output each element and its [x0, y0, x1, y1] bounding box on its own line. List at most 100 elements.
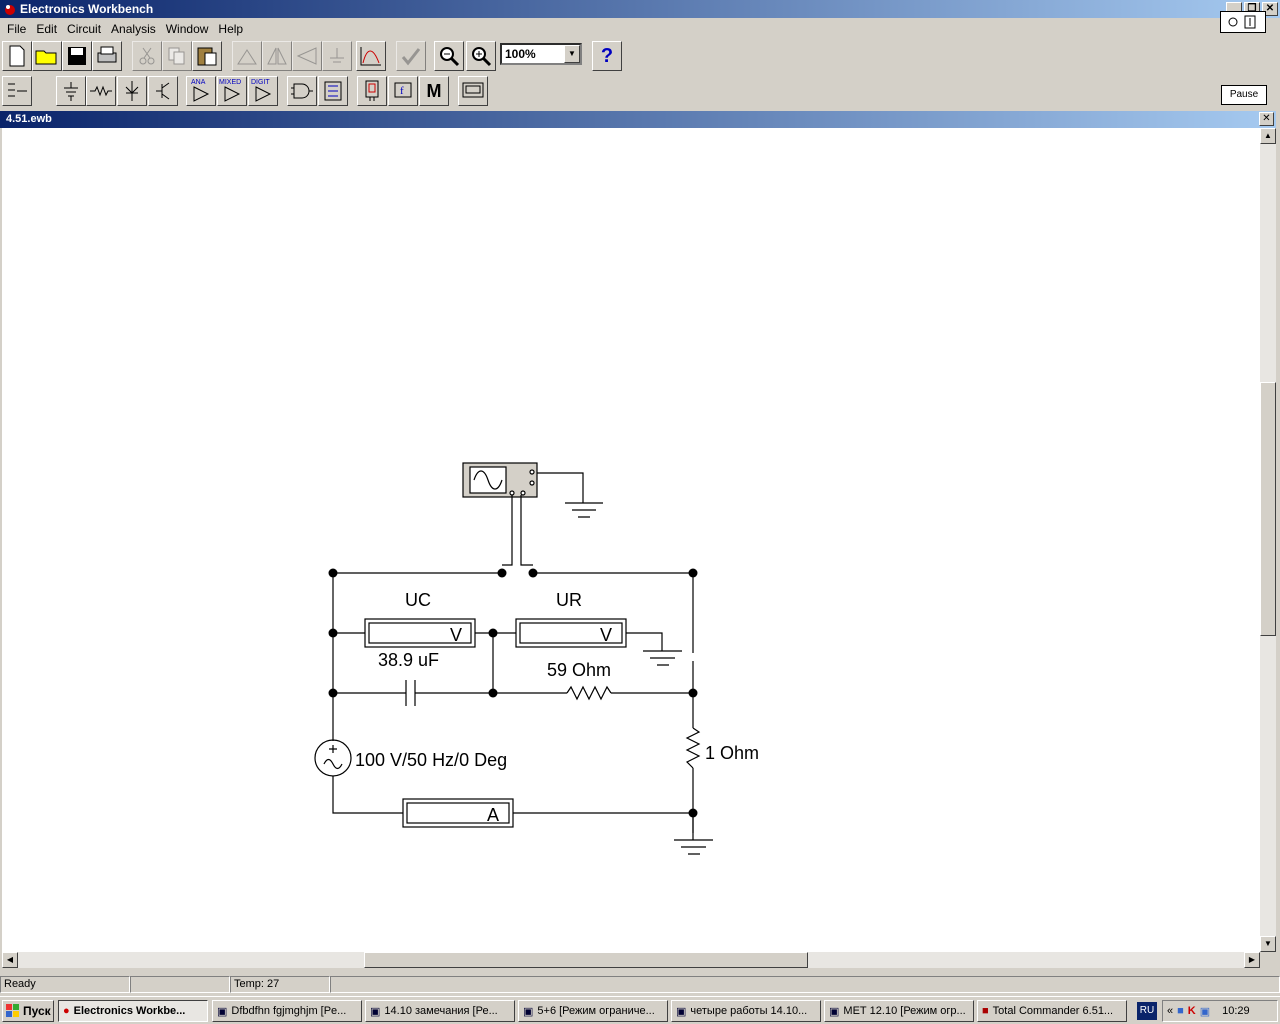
system-tray: « ■ K ▣ 10:29: [1162, 1000, 1278, 1022]
scroll-up-icon[interactable]: ▲: [1260, 128, 1276, 144]
taskbar-item-workbench[interactable]: ● Electronics Workbe...: [58, 1000, 208, 1022]
digital-ic-icon: DIGIT: [251, 79, 272, 102]
flip-vertical-icon: [296, 47, 317, 65]
printer-icon: [97, 46, 117, 63]
digit-label: DIGIT: [251, 79, 270, 86]
rotate-button[interactable]: [232, 41, 262, 71]
logic-gates-bin-button[interactable]: [287, 76, 317, 106]
taskbar-item-word-1[interactable]: ▣ Dfbdfhn fgjmghjm [Pe...: [212, 1000, 362, 1022]
rotate-icon: [237, 49, 257, 65]
digital-ics-bin-button[interactable]: DIGIT: [248, 76, 278, 106]
subcircuit-icon: [401, 48, 421, 66]
analog-ics-bin-button[interactable]: ANA: [186, 76, 216, 106]
tray-expand-icon[interactable]: «: [1167, 1005, 1173, 1017]
language-indicator[interactable]: RU: [1137, 1002, 1157, 1020]
sources-bin-button[interactable]: [56, 76, 86, 106]
windows-logo-icon: [6, 1004, 19, 1017]
chevron-down-icon[interactable]: ▼: [564, 45, 580, 63]
diode-icon: [125, 81, 139, 101]
uc-label: UC: [405, 590, 431, 610]
scroll-left-icon[interactable]: ◀: [2, 952, 18, 968]
cut-button[interactable]: [132, 41, 162, 71]
analysis-graphs-button[interactable]: [356, 41, 386, 71]
menu-file[interactable]: File: [2, 22, 31, 36]
paste-button[interactable]: [192, 41, 222, 71]
word-doc-icon: ▣: [370, 1005, 381, 1018]
instruments-bin-button[interactable]: [458, 76, 488, 106]
app-icon: [5, 5, 15, 15]
subcircuit-button[interactable]: [396, 41, 426, 71]
zoom-select[interactable]: 100% ▼: [500, 43, 582, 65]
floppy-icon: ■: [982, 1005, 989, 1017]
print-button[interactable]: [92, 41, 122, 71]
basic-bin-button[interactable]: [86, 76, 116, 106]
component-properties-button[interactable]: [322, 41, 352, 71]
start-button[interactable]: Пуск: [2, 1000, 54, 1022]
capacitor[interactable]: [405, 680, 416, 706]
horizontal-scrollbar[interactable]: ◀ ▶: [2, 952, 1260, 968]
vertical-scrollbar[interactable]: ▲ ▼: [1260, 128, 1276, 952]
flip-horizontal-button[interactable]: [262, 41, 292, 71]
status-temp: Temp: 27: [230, 976, 330, 993]
resistor-59-ohm[interactable]: [566, 685, 612, 701]
volume-icon[interactable]: ▣: [1200, 1005, 1210, 1018]
document-close-button[interactable]: ✕: [1259, 112, 1274, 126]
zoom-out-button[interactable]: [434, 41, 464, 71]
word-doc-icon: ▣: [217, 1005, 228, 1018]
taskbar-item-word-5[interactable]: ▣ МЕТ 12.10 [Режим огр...: [824, 1000, 974, 1022]
resistor-1-ohm[interactable]: [685, 727, 701, 769]
taskbar-item-label: Dfbdfhn fgjmghjm [Pe...: [231, 1005, 347, 1017]
miscellaneous-bin-button[interactable]: M: [419, 76, 449, 106]
start-label: Пуск: [23, 1004, 51, 1018]
taskbar-item-label: 5+6 [Режим ограниче...: [537, 1005, 655, 1017]
menu-analysis[interactable]: Analysis: [106, 22, 161, 36]
taskbar: Пуск ● Electronics Workbe... ▣ Dfbdfhn fgj…: [0, 996, 1280, 1024]
menu-help[interactable]: Help: [213, 22, 248, 36]
favorites-bin-button[interactable]: [2, 76, 32, 106]
transistors-bin-button[interactable]: [148, 76, 178, 106]
ground-icon: [674, 839, 713, 855]
app-titlebar: Electronics Workbench: [0, 0, 1280, 18]
vertical-scroll-thumb[interactable]: [1260, 382, 1276, 636]
save-button[interactable]: [62, 41, 92, 71]
controls-bin-button[interactable]: f: [388, 76, 418, 106]
indicators-bin-button[interactable]: [357, 76, 387, 106]
document-titlebar: 4.51.ewb: [0, 111, 1276, 128]
voltmeter-ur-symbol: V: [600, 625, 612, 645]
taskbar-item-word-4[interactable]: ▣ четыре работы 14.10...: [671, 1000, 821, 1022]
new-button[interactable]: [2, 41, 32, 71]
scissors-icon: [139, 47, 155, 65]
taskbar-item-word-3[interactable]: ▣ 5+6 [Режим ограниче...: [518, 1000, 668, 1022]
digital-bin-button[interactable]: [318, 76, 348, 106]
network-icon[interactable]: ■: [1177, 1005, 1184, 1017]
scroll-down-icon[interactable]: ▼: [1260, 936, 1276, 952]
circuit-canvas[interactable]: UC UR V V 38.9 uF 59 Ohm 1 Ohm 100 V/50 …: [2, 128, 1260, 952]
help-button[interactable]: ?: [592, 41, 622, 71]
taskbar-item-total-commander[interactable]: ■ Total Commander 6.51...: [977, 1000, 1127, 1022]
open-button[interactable]: [32, 41, 62, 71]
antivirus-icon[interactable]: K: [1188, 1005, 1196, 1017]
scroll-right-icon[interactable]: ▶: [1244, 952, 1260, 968]
copy-button[interactable]: [162, 41, 192, 71]
workbench-icon: ●: [63, 1005, 70, 1017]
word-doc-icon: ▣: [829, 1005, 840, 1018]
document-title: 4.51.ewb: [6, 113, 52, 125]
flipflop-icon: [324, 81, 342, 101]
taskbar-item-label: четыре работы 14.10...: [690, 1005, 808, 1017]
status-state: Ready: [0, 976, 130, 993]
menu-window[interactable]: Window: [161, 22, 214, 36]
power-switch[interactable]: [1220, 11, 1266, 33]
ammeter-symbol: A: [487, 805, 499, 825]
menu-edit[interactable]: Edit: [31, 22, 62, 36]
menu-circuit[interactable]: Circuit: [62, 22, 106, 36]
zoom-in-button[interactable]: [466, 41, 496, 71]
taskbar-item-label: Total Commander 6.51...: [992, 1005, 1114, 1017]
favorites-icon: [8, 83, 27, 97]
mixed-ics-bin-button[interactable]: MIXED: [217, 76, 247, 106]
flip-vertical-button[interactable]: [292, 41, 322, 71]
diodes-bin-button[interactable]: [117, 76, 147, 106]
taskbar-item-word-2[interactable]: ▣ 14.10 замечания [Ре...: [365, 1000, 515, 1022]
pause-button[interactable]: Pause: [1221, 85, 1267, 105]
horizontal-scroll-thumb[interactable]: [364, 952, 808, 968]
window-title: Electronics Workbench: [20, 2, 154, 16]
